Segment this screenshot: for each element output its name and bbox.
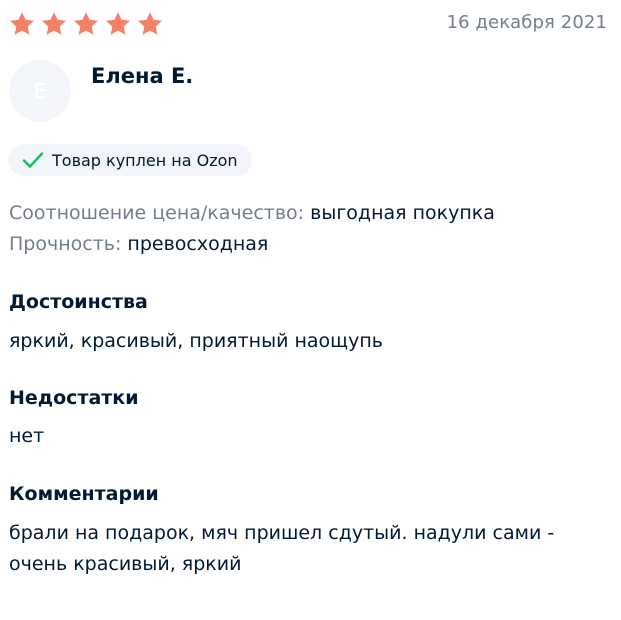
attribute-key: Прочность: (9, 233, 122, 255)
cons-text: нет (9, 425, 45, 447)
pros-text: яркий, красивый, приятный наощупь (9, 330, 383, 352)
star-icon (42, 12, 66, 35)
comment-line: брали на подарок, мяч пришел сдутый. над… (9, 522, 555, 544)
attribute-price-quality: Соотношение цена/качество: выгодная поку… (9, 202, 495, 224)
pros-title: Достоинства (9, 291, 148, 313)
rating-stars (8, 10, 164, 38)
star-icon (138, 12, 162, 35)
attribute-durability: Прочность: превосходная (9, 233, 268, 255)
star-icon (10, 12, 34, 35)
cons-title: Недостатки (9, 387, 139, 409)
review-card: 16 декабря 2021 Е Елена Е. Товар куплен … (0, 0, 621, 620)
star-icon (74, 12, 98, 35)
author-name: Елена Е. (91, 64, 194, 88)
purchase-badge: Товар куплен на Ozon (8, 144, 252, 176)
star-icon (106, 12, 130, 35)
avatar[interactable]: Е (9, 60, 71, 122)
purchase-badge-label: Товар куплен на Ozon (52, 150, 238, 170)
attribute-key: Соотношение цена/качество: (9, 202, 305, 224)
avatar-letter: Е (33, 79, 47, 103)
check-icon (22, 152, 44, 168)
comment-line: очень красивый, яркий (9, 553, 242, 575)
comment-text: брали на подарок, мяч пришел сдутый. над… (9, 518, 609, 580)
review-date: 16 декабря 2021 (446, 12, 607, 33)
attribute-value: выгодная покупка (310, 202, 495, 224)
attribute-value: превосходная (127, 233, 269, 255)
comment-title: Комментарии (9, 483, 159, 505)
